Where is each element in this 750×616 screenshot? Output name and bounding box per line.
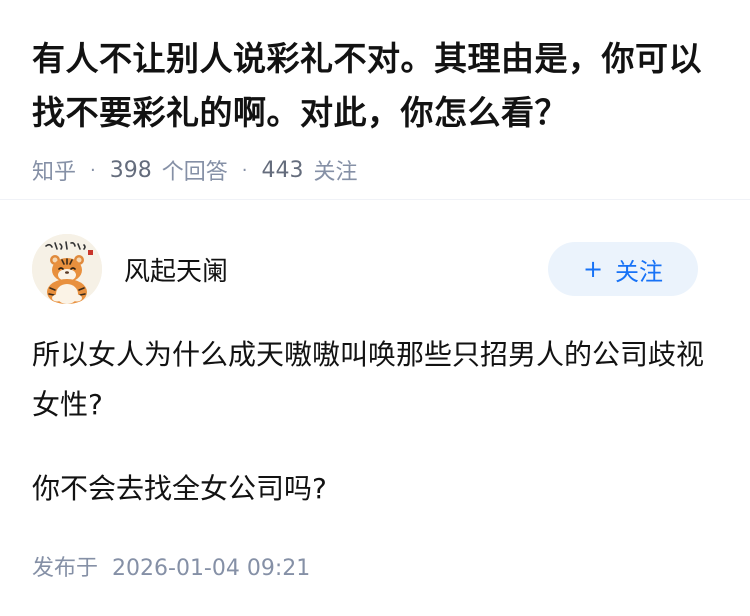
follow-button[interactable]: + 关注 xyxy=(548,242,698,296)
question-header: 有人不让别人说彩礼不对。其理由是，你可以找不要彩礼的啊。对此，你怎么看？ 知乎 … xyxy=(32,32,722,186)
answer-paragraph: 所以女人为什么成天嗷嗷叫唤那些只招男人的公司歧视女性? xyxy=(32,338,705,421)
separator-dot: · xyxy=(90,159,96,181)
source-label[interactable]: 知乎 xyxy=(32,154,76,186)
publish-label: 发布于 xyxy=(32,556,99,581)
author-name[interactable]: 风起天阑 xyxy=(124,251,228,288)
question-meta: 知乎 · 398 个回答 · 443 关注 xyxy=(32,154,722,186)
follow-button-label: 关注 xyxy=(615,257,664,286)
answer-count-label: 个回答 xyxy=(161,160,228,185)
avatar[interactable] xyxy=(32,234,102,304)
section-divider xyxy=(0,199,750,200)
publish-time: 2026-01-04 09:21 xyxy=(112,556,311,581)
question-title[interactable]: 有人不让别人说彩礼不对。其理由是，你可以找不要彩礼的啊。对此，你怎么看？ xyxy=(32,32,722,140)
author-row: 风起天阑 + 关注 xyxy=(32,234,698,304)
publish-info: 发布于 2026-01-04 09:21 xyxy=(32,550,310,582)
separator-dot: · xyxy=(241,159,248,181)
tiger-cartoon-avatar-icon xyxy=(32,234,102,304)
answer-count: 398 xyxy=(109,157,152,183)
follower-count: 443 xyxy=(261,157,304,183)
answer-paragraph: 你不会去找全女公司吗? xyxy=(32,472,327,505)
answer-content: 所以女人为什么成天嗷嗷叫唤那些只招男人的公司歧视女性? 你不会去找全女公司吗? xyxy=(32,330,722,514)
follower-count-label: 关注 xyxy=(313,160,358,185)
plus-icon: + xyxy=(582,255,604,283)
